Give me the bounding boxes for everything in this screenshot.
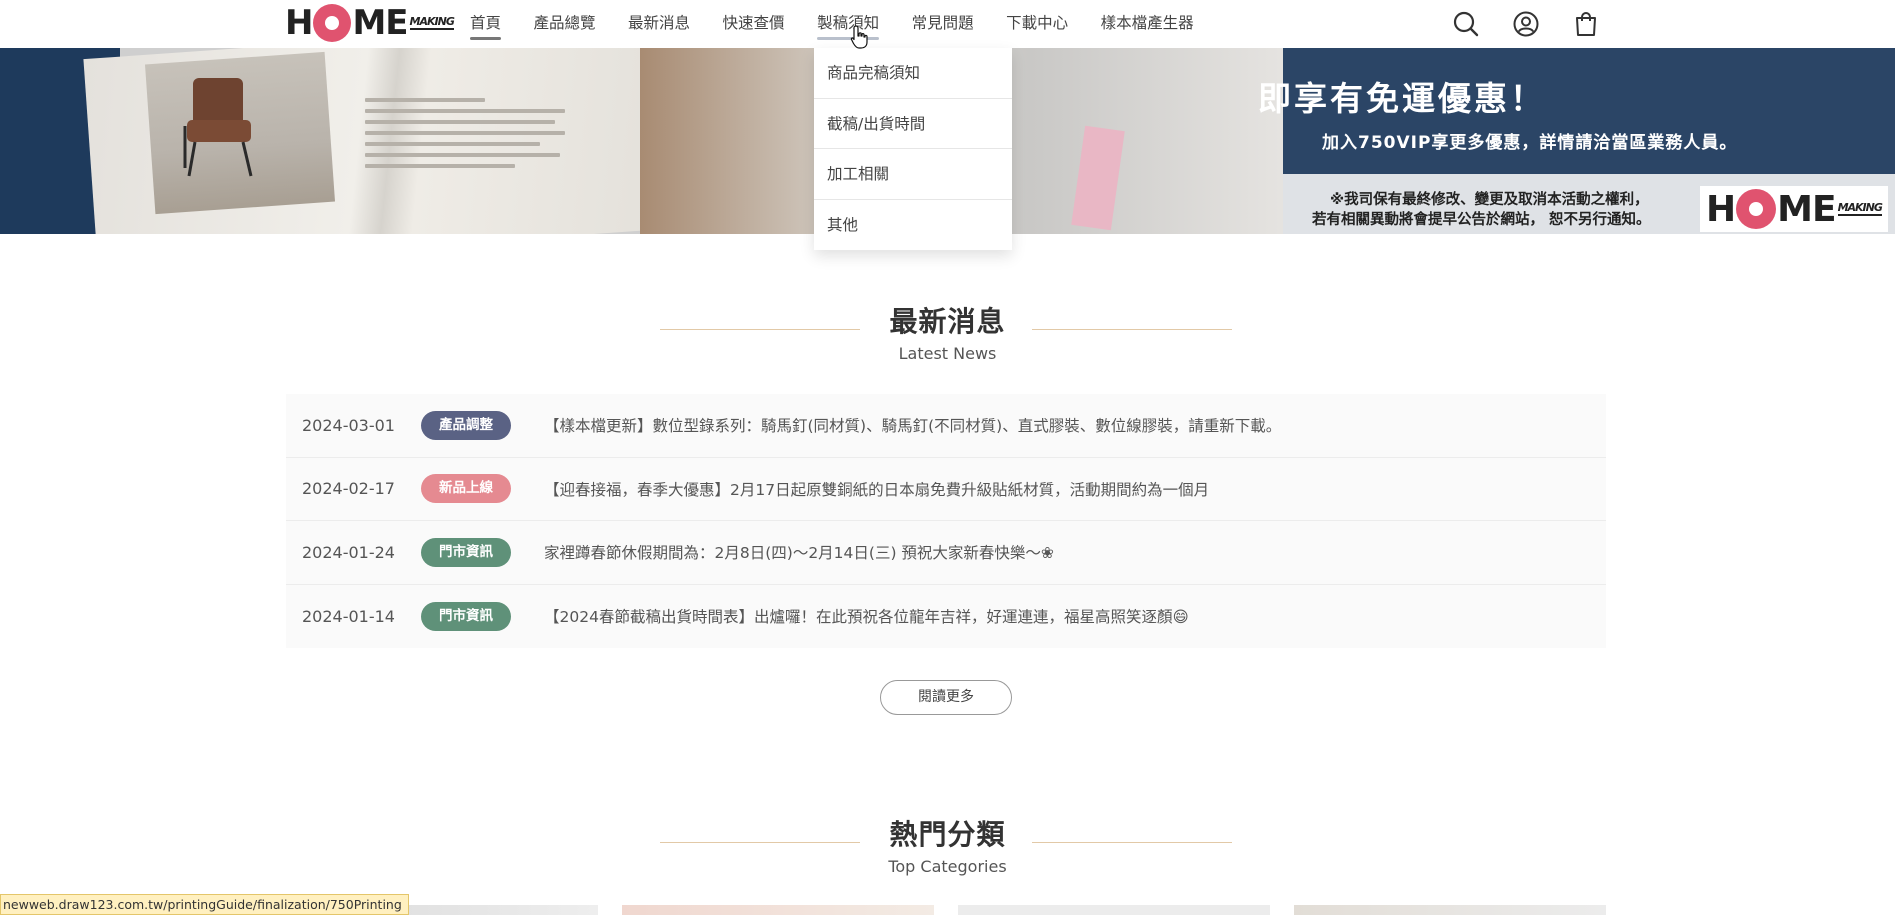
chair-illustration [183, 78, 253, 177]
banner-note-line1: ※我司保有最終修改、變更及取消本活動之權利， [1330, 192, 1649, 208]
dropdown-item-finalization[interactable]: 商品完稿須知 [814, 48, 1012, 99]
banner-logo-sub: MAKING [1837, 201, 1883, 216]
nav-item-home[interactable]: 首頁 [470, 0, 502, 48]
read-more-button[interactable]: 閱讀更多 [880, 680, 1012, 715]
news-category-badge: 門市資訊 [421, 537, 511, 567]
news-headline[interactable]: 家裡蹲春節休假期間為：2月8日(四)～2月14日(三) 預祝大家新春快樂～❀ [544, 541, 1054, 563]
category-card[interactable] [1294, 905, 1606, 915]
dropdown-item-processing[interactable]: 加工相關 [814, 149, 1012, 200]
news-subtitle: Latest News [898, 344, 997, 363]
news-headline[interactable]: 【樣本檔更新】數位型錄系列：騎馬釘(同材質)、騎馬釘(不同材質)、直式膠裝、數位… [544, 414, 1281, 436]
category-card[interactable] [958, 905, 1270, 915]
news-headline[interactable]: 【迎春接福，春季大優惠】2月17日起原雙銅紙的日本扇免費升級貼紙材質，活動期間約… [544, 478, 1209, 500]
news-date: 2024-01-14 [302, 606, 395, 626]
banner-note-line2: 若有相關異動將會提早公告於網站， 恕不另行通知。 [1312, 212, 1651, 228]
categories-title: 熱門分類 [889, 818, 1006, 851]
category-card[interactable] [622, 905, 934, 915]
news-date: 2024-01-24 [302, 542, 395, 562]
account-icon[interactable] [1508, 6, 1544, 42]
logo-letters-me: ME [352, 3, 408, 43]
nav-item-template-generator[interactable]: 樣本檔產生器 [1101, 0, 1194, 48]
banner-logo-letter-h: H [1706, 188, 1736, 230]
news-row[interactable]: 2024-01-24 門市資訊 家裡蹲春節休假期間為：2月8日(四)～2月14日… [286, 521, 1606, 585]
nav-item-quick-quote[interactable]: 快速查價 [723, 0, 785, 48]
news-category-badge: 新品上線 [421, 474, 511, 504]
site-logo[interactable]: H ME MAKING [285, 3, 455, 43]
banner-subline: 加入750VIP享更多優惠，詳情請洽當區業務人員。 [1322, 133, 1738, 153]
nav-item-products[interactable]: 產品總覽 [534, 0, 596, 48]
nav-item-news[interactable]: 最新消息 [628, 0, 690, 48]
logo-sub: MAKING [409, 15, 455, 30]
dropdown-item-other[interactable]: 其他 [814, 200, 1012, 251]
news-date: 2024-02-17 [302, 479, 395, 499]
banner-book-text [365, 98, 575, 198]
banner-logo-letters-me: ME [1777, 188, 1836, 230]
nav-item-faq[interactable]: 常見問題 [912, 0, 974, 48]
header-icons [1448, 6, 1628, 42]
main-nav: 首頁 產品總覽 最新消息 快速查價 製稿須知 常見問題 下載中心 樣本檔產生器 [470, 0, 1226, 48]
news-date: 2024-03-01 [302, 415, 395, 435]
cart-icon[interactable] [1568, 6, 1604, 42]
news-headline[interactable]: 【2024春節截稿出貨時間表】出爐囉！在此預祝各位龍年吉祥，好運連連，福星高照笑… [544, 605, 1189, 627]
categories-subtitle: Top Categories [888, 857, 1007, 876]
printing-guide-dropdown: 商品完稿須知 截稿/出貨時間 加工相關 其他 [814, 48, 1012, 250]
site-header: H ME MAKING 首頁 產品總覽 最新消息 快速查價 製稿須知 常見問題 … [0, 0, 1895, 48]
banner-headline: 即享有免運優惠！ [1258, 79, 1546, 118]
news-list: 2024-03-01 產品調整 【樣本檔更新】數位型錄系列：騎馬釘(同材質)、騎… [286, 394, 1606, 648]
search-icon[interactable] [1448, 6, 1484, 42]
news-row[interactable]: 2024-03-01 產品調整 【樣本檔更新】數位型錄系列：騎馬釘(同材質)、騎… [286, 394, 1606, 458]
categories-section-title: 熱門分類 Top Categories [0, 813, 1895, 876]
nav-item-downloads[interactable]: 下載中心 [1006, 0, 1068, 48]
news-row[interactable]: 2024-01-14 門市資訊 【2024春節截稿出貨時間表】出爐囉！在此預祝各… [286, 585, 1606, 649]
logo-circle-icon [313, 4, 352, 42]
logo-letter-h: H [285, 3, 313, 43]
dropdown-item-deadline-shipping[interactable]: 截稿/出貨時間 [814, 99, 1012, 149]
news-category-badge: 門市資訊 [421, 601, 511, 631]
news-title: 最新消息 [889, 305, 1006, 338]
news-section-title: 最新消息 Latest News [0, 300, 1895, 363]
banner-logo: H ME MAKING [1700, 186, 1888, 232]
status-bar-url: newweb.draw123.com.tw/printingGuide/fina… [0, 894, 409, 915]
logo-wordmark: H ME MAKING [285, 3, 455, 43]
pointer-cursor-icon [850, 25, 868, 49]
banner-logo-circle-icon [1736, 189, 1777, 229]
news-row[interactable]: 2024-02-17 新品上線 【迎春接福，春季大優惠】2月17日起原雙銅紙的日… [286, 458, 1606, 521]
news-category-badge: 產品調整 [421, 410, 511, 440]
banner-logo-wordmark: H ME MAKING [1706, 188, 1883, 230]
